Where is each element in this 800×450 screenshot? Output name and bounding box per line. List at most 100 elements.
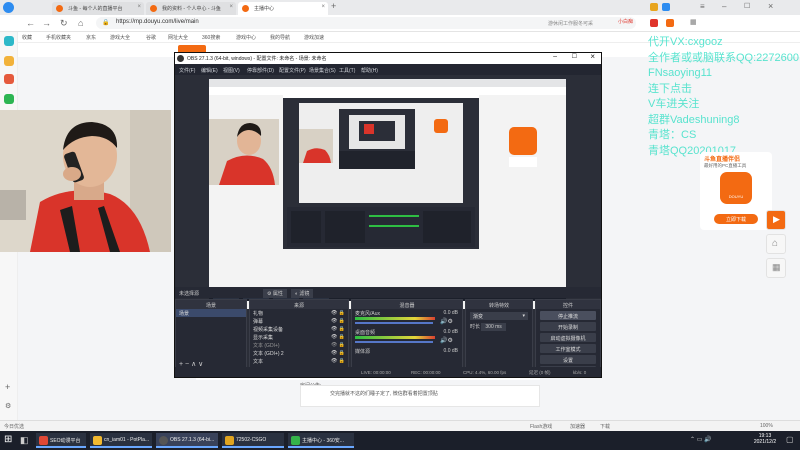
scene-item[interactable]: 场景 (176, 309, 246, 317)
taskbar-item[interactable]: 72502-CSGO (222, 433, 284, 448)
bookmark-item[interactable]: 收藏 (22, 34, 32, 41)
bookmark-item[interactable]: 我的导航 (270, 34, 290, 41)
bookmark-item[interactable]: 手机收藏夹 (46, 34, 71, 41)
source-item[interactable]: 显示采集 👁 🔒 (250, 333, 348, 341)
bookmark-item[interactable]: 360搜索 (202, 34, 220, 41)
download-button[interactable]: 立即下载 (714, 214, 758, 224)
bookmark-item[interactable]: 游戏加速 (304, 34, 324, 41)
start-recording-button[interactable]: 开始录制 (540, 322, 596, 331)
settings-icon[interactable]: ⚙ (5, 402, 11, 410)
source-item[interactable]: 文本 (GDI+) 2 👁 🔒 (250, 349, 348, 357)
sidebar-app-icon[interactable] (4, 36, 14, 46)
volume-slider[interactable] (355, 322, 433, 324)
bookmark-item[interactable]: 京东 (86, 34, 96, 41)
properties-button[interactable]: ⚙ 属性 (263, 289, 287, 298)
new-tab-button[interactable]: + (331, 1, 336, 11)
eye-icon[interactable]: 👁 🔒 (331, 310, 345, 316)
eye-icon[interactable]: 👁 🔒 (331, 342, 345, 348)
extension-icon[interactable] (662, 3, 670, 11)
sidebar-app-icon[interactable] (4, 74, 14, 84)
taskbar-item[interactable]: SEO动漫平台 (36, 433, 86, 448)
close-window-icon[interactable]: × (768, 1, 773, 11)
extension-icon[interactable] (650, 3, 658, 11)
status-item[interactable]: 下载 (600, 423, 610, 430)
menu-tools[interactable]: 工具(T) (339, 67, 355, 74)
source-item[interactable]: 礼物 👁 🔒 (250, 309, 348, 317)
tab-douyu-home[interactable]: 斗鱼 - 每个人的直播平台 × (52, 2, 144, 15)
add-icon[interactable]: + (5, 382, 10, 392)
bookmark-item[interactable]: 游戏中心 (236, 34, 256, 41)
menu-scene-collection[interactable]: 场景集合(S) (309, 67, 336, 74)
menu-icon[interactable]: ≡ (700, 2, 705, 11)
studio-mode-button[interactable]: 工作室模式 (540, 344, 596, 353)
bookmark-item[interactable]: 游戏大全 (110, 34, 130, 41)
filters-button[interactable]: ◐ 滤镜 (291, 289, 314, 298)
back-icon[interactable]: ← (26, 18, 35, 28)
speaker-icon[interactable]: 🔊⚙ (440, 318, 453, 325)
maximize-icon[interactable]: ☐ (572, 53, 577, 60)
menu-file[interactable]: 文件(F) (179, 67, 195, 74)
source-item[interactable]: 视频采集设备 👁 🔒 (250, 325, 348, 333)
source-item[interactable]: 弹幕 👁 🔒 (250, 317, 348, 325)
obs-preview-canvas[interactable] (209, 79, 566, 309)
maximize-icon[interactable]: ☐ (744, 2, 750, 10)
menu-edit[interactable]: 编辑(E) (201, 67, 218, 74)
task-view-icon[interactable]: ◧ (20, 435, 29, 445)
shield-icon[interactable] (650, 19, 658, 27)
zoom-level[interactable]: 100% (760, 423, 773, 429)
eye-icon[interactable]: 👁 🔒 (331, 350, 345, 356)
taskbar-item[interactable]: cn_iam01 - PotPla... (90, 433, 152, 448)
eye-icon[interactable]: 👁 🔒 (331, 326, 345, 332)
stop-streaming-button[interactable]: 停止推流 (540, 311, 596, 320)
home-icon[interactable]: ⌂ (766, 234, 786, 254)
status-item[interactable]: 加速器 (570, 423, 585, 430)
sidebar-star-icon[interactable] (4, 56, 14, 66)
douyu-extension-icon[interactable] (666, 19, 674, 27)
speaker-icon[interactable]: 🔊⚙ (440, 337, 453, 344)
tab-streamer-center[interactable]: 主播中心 × (238, 2, 328, 15)
close-icon[interactable]: × (321, 4, 325, 10)
sidebar-app-icon[interactable] (4, 94, 14, 104)
start-icon[interactable]: ⊞ (4, 435, 14, 445)
today-picks[interactable]: 今日优选 (4, 423, 24, 430)
taskbar-item[interactable]: 主播中心 - 360安... (288, 433, 354, 448)
minimize-icon[interactable]: – (553, 53, 557, 60)
close-icon[interactable]: × (229, 4, 233, 10)
close-icon[interactable]: × (590, 52, 595, 61)
grid-icon[interactable]: ▦ (690, 18, 697, 26)
status-item[interactable]: Flash游戏 (530, 423, 552, 430)
tab-my-profile[interactable]: 我的资料 - 个人中心 - 斗鱼 × (146, 2, 236, 15)
refresh-icon[interactable]: ↻ (60, 18, 68, 29)
sources-dock: 来源 礼物 👁 🔒 弹幕 👁 🔒 视频采集设备 👁 🔒 显示采集 👁 🔒 文本 (GDI… (249, 299, 349, 371)
settings-button[interactable]: 设置 (540, 355, 596, 364)
notification-icon[interactable]: ▢ (786, 435, 794, 444)
virtual-camera-button[interactable]: 启动虚拟摄像机 (540, 333, 596, 342)
bookmark-item[interactable]: 网址大全 (168, 34, 188, 41)
menu-profile[interactable]: 配置文件(P) (279, 67, 306, 74)
browser-logo-icon[interactable] (3, 2, 14, 13)
forward-icon[interactable]: → (42, 18, 51, 28)
taskbar-item[interactable]: OBS 27.1.3 (64-bi... (156, 433, 218, 448)
play-icon[interactable]: ▶ (766, 210, 786, 230)
douyu-companion-promo[interactable]: 斗鱼直播伴侣 最好用的PC直播工具 DOUYU 立即下载 (700, 152, 772, 230)
user-label[interactable]: 小白痴 (618, 18, 633, 25)
duration-input[interactable]: 300 ms (481, 323, 506, 331)
source-item[interactable]: 文本 👁 🔒 (250, 357, 348, 365)
menu-docks[interactable]: 停靠部件(D) (247, 67, 274, 74)
transition-select[interactable]: 渐变 ▾ (470, 312, 528, 320)
qr-code-icon[interactable]: ▦ (766, 258, 786, 278)
tray-icons[interactable]: ⌃ ▭ 🔊 (690, 436, 712, 443)
home-icon[interactable]: ⌂ (78, 18, 83, 28)
menu-view[interactable]: 视图(V) (223, 67, 240, 74)
minimize-icon[interactable]: – (722, 2, 726, 11)
eye-icon[interactable]: 👁 🔒 (331, 334, 345, 340)
menu-help[interactable]: 帮助(H) (361, 67, 378, 74)
bookmark-item[interactable]: 谷歌 (146, 34, 156, 41)
volume-slider[interactable] (355, 341, 433, 343)
controls-dock: 控件 停止推流 开始录制 启动虚拟摄像机 工作室模式 设置 退出 (535, 299, 601, 375)
source-item[interactable]: 文本 (GDI+) 👁 🔒 (250, 341, 348, 349)
eye-icon[interactable]: 👁 🔒 (331, 318, 345, 324)
close-icon[interactable]: × (137, 4, 141, 10)
clock[interactable]: 19:13 2021/12/2 (748, 433, 782, 445)
eye-icon[interactable]: 👁 🔒 (331, 358, 345, 364)
